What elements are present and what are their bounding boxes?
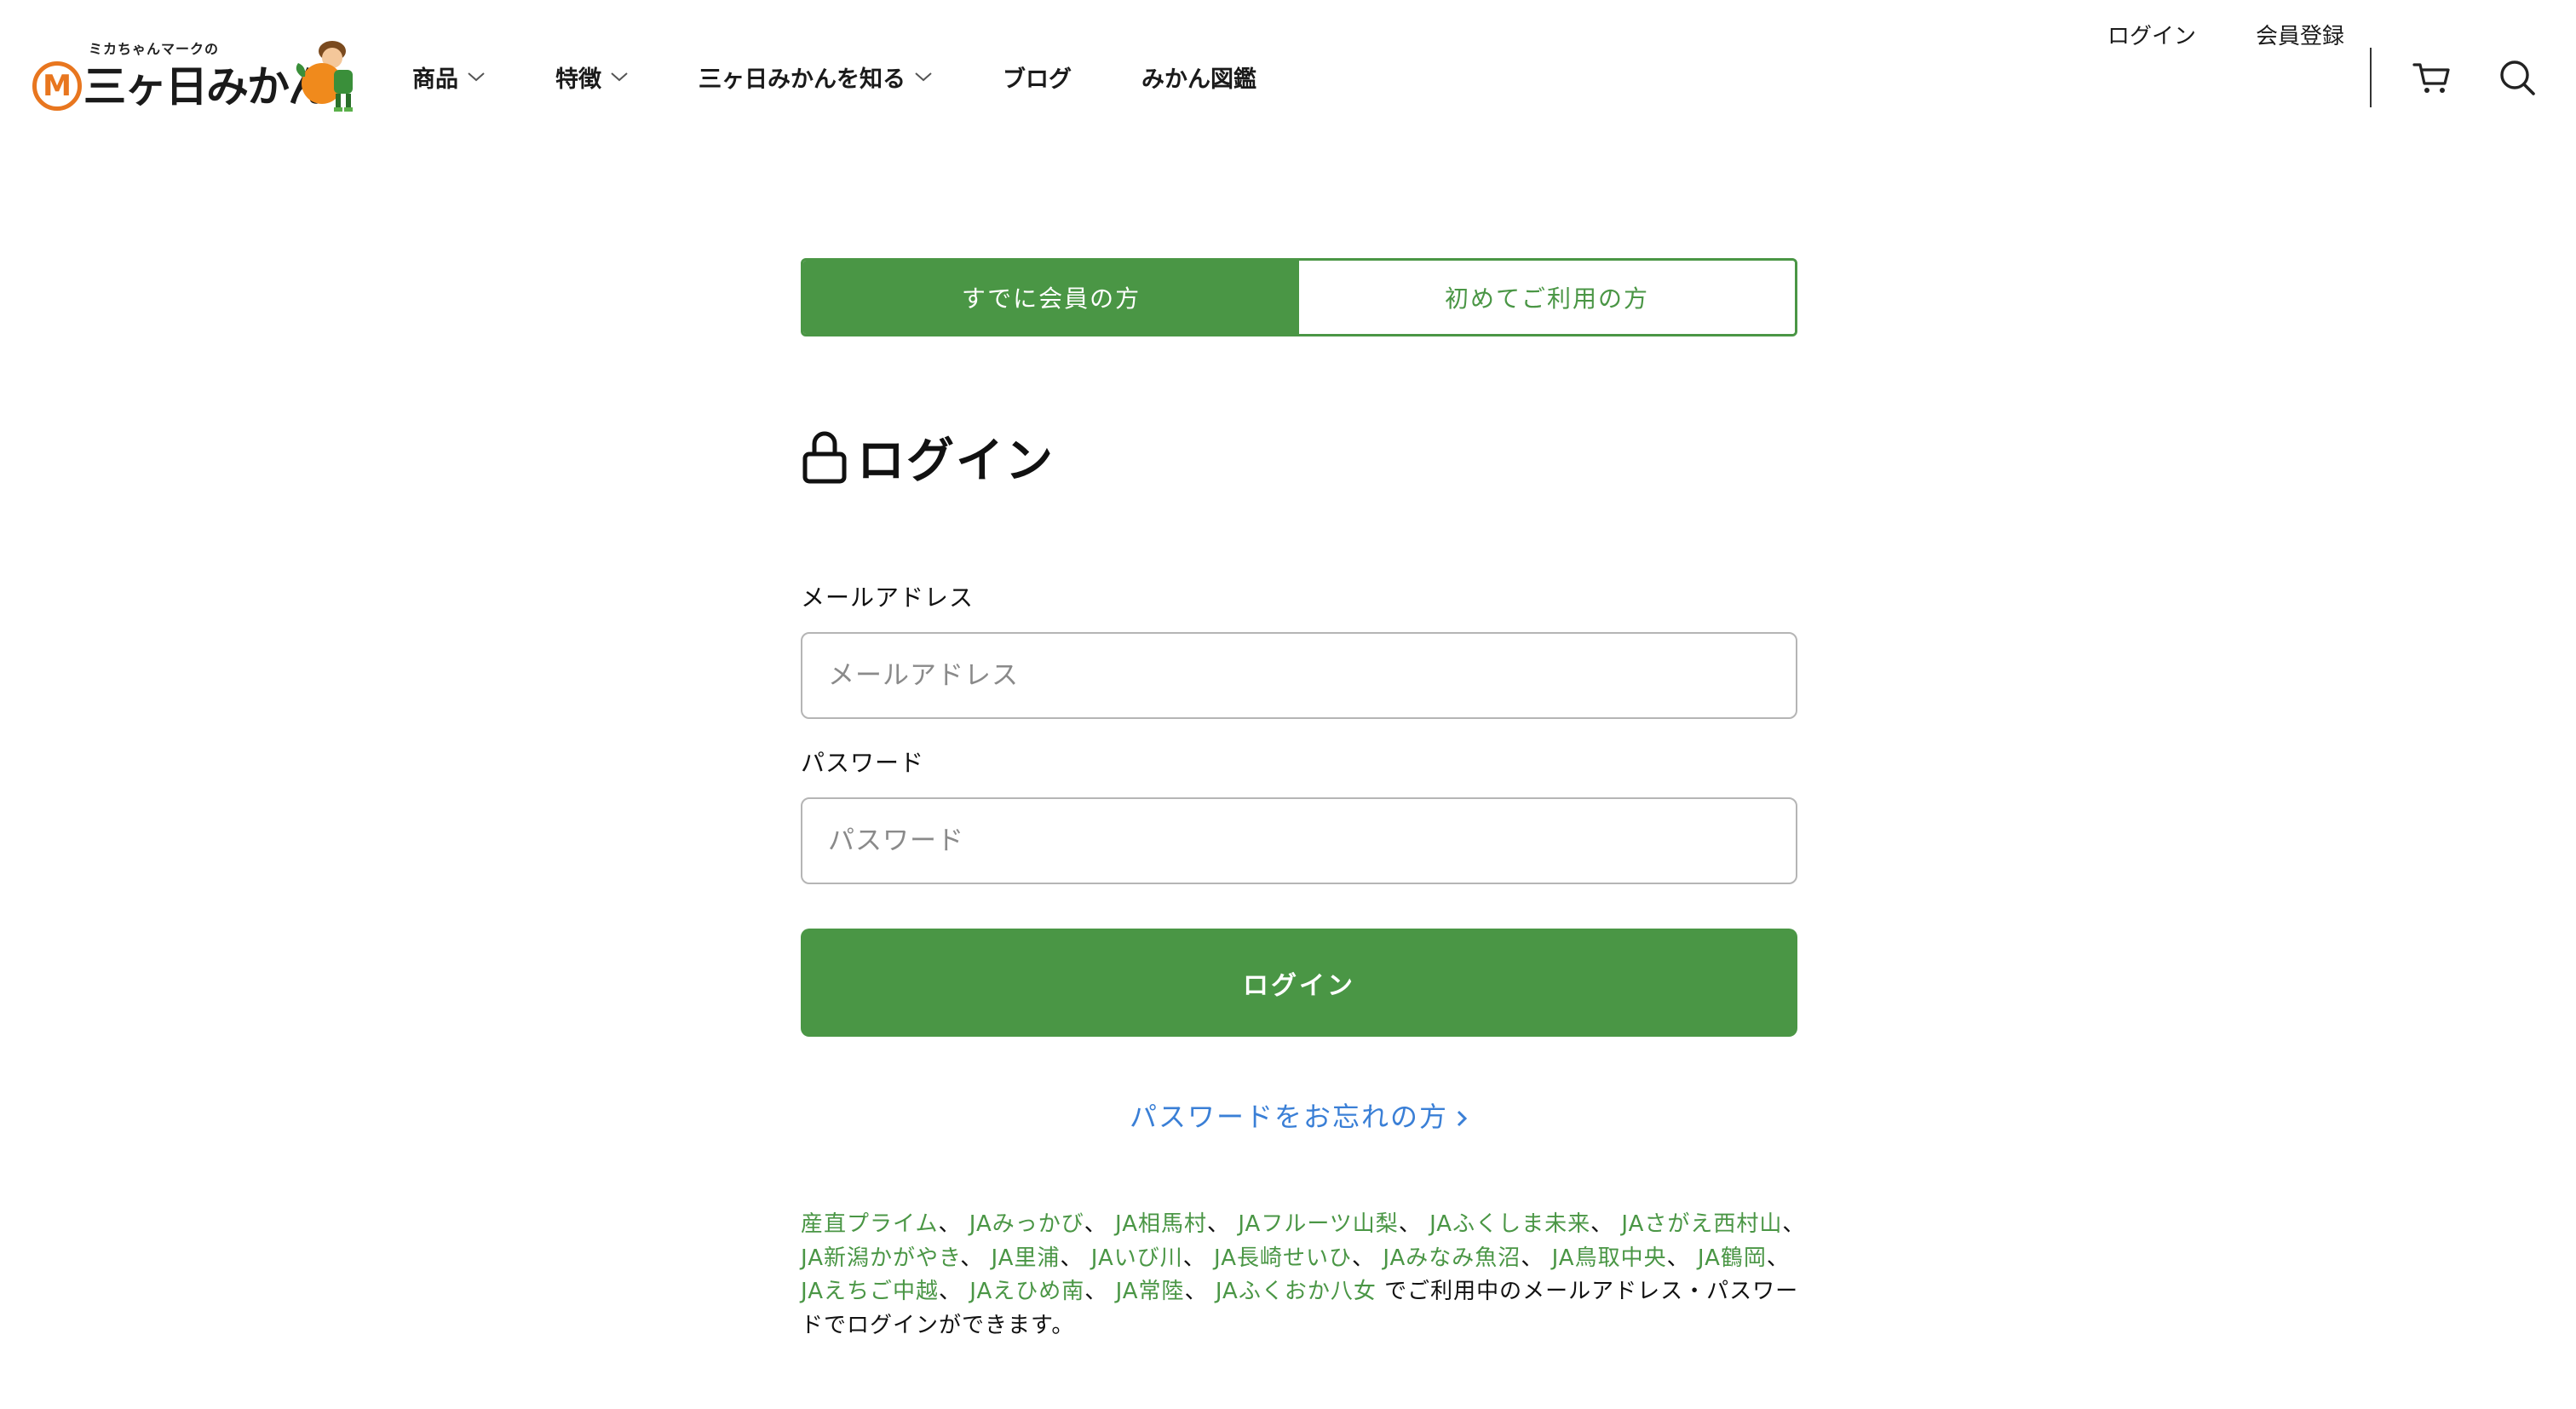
nav-item-encyclopedia[interactable]: みかん図鑑 bbox=[1141, 60, 1256, 94]
partner-name: JAえちご中越 bbox=[801, 1279, 939, 1304]
search-icon[interactable] bbox=[2496, 56, 2539, 99]
lock-icon bbox=[802, 431, 847, 484]
chevron-right-icon bbox=[1457, 1110, 1468, 1127]
nav-label: 特徴 bbox=[555, 66, 601, 93]
nav-item-blog[interactable]: ブログ bbox=[1003, 60, 1072, 94]
page-title: ログイン bbox=[801, 423, 1055, 491]
partner-name: 産直プライム bbox=[801, 1211, 939, 1237]
tab-existing-member[interactable]: すでに会員の方 bbox=[803, 261, 1299, 334]
nav-label: みかん図鑑 bbox=[1141, 66, 1256, 93]
main-nav: 商品 特徴 三ヶ日みかんを知る ブログ みかん図鑑 bbox=[412, 60, 1326, 94]
nav-item-features[interactable]: 特徴 bbox=[555, 60, 629, 94]
partner-name: JA相馬村 bbox=[1115, 1211, 1208, 1237]
header-login-link[interactable]: ログイン bbox=[2107, 19, 2196, 50]
chevron-down-icon bbox=[611, 72, 628, 82]
partner-name: JA新潟かがやき bbox=[801, 1245, 961, 1271]
partner-name: JA長崎せいひ bbox=[1214, 1245, 1353, 1271]
password-label: パスワード bbox=[801, 749, 925, 777]
nav-item-about[interactable]: 三ヶ日みかんを知る bbox=[699, 60, 933, 94]
email-label: メールアドレス bbox=[801, 584, 975, 612]
partner-name: JAふくおか八女 bbox=[1215, 1279, 1377, 1304]
page-title-text: ログイン bbox=[857, 433, 1055, 489]
partner-name: JAいび川 bbox=[1090, 1245, 1183, 1271]
site-logo[interactable]: ミカちゃんマークの M 三ヶ日みかん bbox=[32, 37, 356, 114]
partner-name: JAフルーツ山梨 bbox=[1238, 1211, 1399, 1237]
login-submit-button[interactable]: ログイン bbox=[801, 929, 1797, 1037]
partner-name: JA里浦 bbox=[991, 1245, 1061, 1271]
nav-label: 三ヶ日みかんを知る bbox=[699, 66, 906, 93]
partner-name: JAさがえ西村山 bbox=[1621, 1211, 1783, 1237]
account-tabs: すでに会員の方 初めてご利用の方 bbox=[801, 258, 1797, 336]
chevron-down-icon bbox=[915, 72, 932, 82]
header-register-link[interactable]: 会員登録 bbox=[2256, 19, 2344, 50]
partner-notice: 産直プライム、 JAみっかび、 JA相馬村、 JAフルーツ山梨、 JAふくしま未… bbox=[801, 1211, 1806, 1338]
header-divider bbox=[2370, 48, 2372, 107]
partner-name: JA常陸 bbox=[1115, 1279, 1185, 1304]
email-input[interactable] bbox=[801, 632, 1797, 719]
partner-name: JAみっかび bbox=[969, 1211, 1084, 1237]
nav-item-products[interactable]: 商品 bbox=[412, 60, 486, 94]
tab-first-time[interactable]: 初めてご利用の方 bbox=[1299, 261, 1795, 334]
forgot-password-link[interactable]: パスワードをお忘れの方 bbox=[801, 1096, 1797, 1135]
nav-label: 商品 bbox=[412, 66, 458, 93]
partner-name: JA鳥取中央 bbox=[1551, 1245, 1667, 1271]
chevron-down-icon bbox=[468, 72, 485, 82]
forgot-password-text: パスワードをお忘れの方 bbox=[1129, 1101, 1448, 1133]
site-header: ミカちゃんマークの M 三ヶ日みかん 商品 特徴 三ヶ日みかんを知る ブログ み… bbox=[0, 0, 2576, 153]
cart-icon[interactable] bbox=[2411, 56, 2453, 99]
partner-name: JA鶴岡 bbox=[1697, 1245, 1767, 1271]
nav-label: ブログ bbox=[1003, 66, 1072, 93]
logo-m-mark: M bbox=[32, 61, 82, 111]
password-input[interactable] bbox=[801, 797, 1797, 884]
partner-name: JAみなみ魚沼 bbox=[1383, 1245, 1521, 1271]
mikan-character-icon bbox=[296, 41, 353, 112]
partner-name: JAえひめ南 bbox=[969, 1279, 1085, 1304]
partner-name: JAふくしま未来 bbox=[1429, 1211, 1591, 1237]
